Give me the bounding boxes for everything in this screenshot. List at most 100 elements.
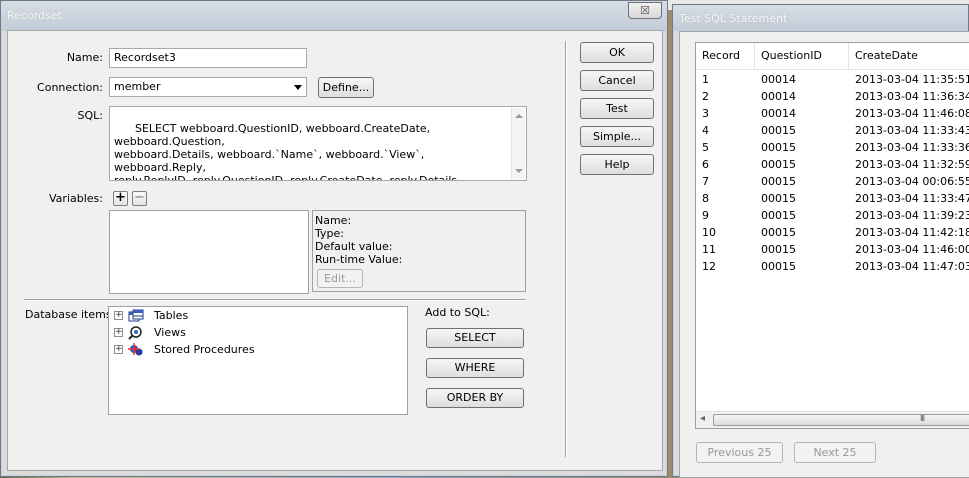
table-cell: 2 [702, 90, 709, 103]
sql-label: SQL: [77, 109, 103, 122]
table-cell: 5 [702, 141, 709, 154]
table-cell: 00015 [761, 226, 796, 239]
table-cell: 00015 [761, 243, 796, 256]
variable-default-label: Default value: [315, 240, 393, 253]
name-label: Name: [66, 51, 103, 64]
table-cell: 2013-03-04 11:36:34 [855, 90, 969, 103]
chevron-down-icon [294, 85, 302, 90]
edit-variable-button[interactable]: Edit... [317, 269, 363, 288]
separator-line [24, 299, 526, 301]
table-cell: 2013-03-04 11:33:36 [855, 141, 969, 154]
stored-procedures-icon [128, 343, 143, 356]
table-row[interactable]: 5 00015 2013-03-04 11:33:36 [696, 140, 969, 157]
scroll-down-icon[interactable] [515, 169, 523, 173]
variables-list[interactable] [109, 210, 309, 294]
table-cell: 6 [702, 158, 709, 171]
define-button[interactable]: Define... [318, 77, 374, 98]
add-variable-button[interactable]: + [113, 191, 128, 206]
table-cell: 00015 [761, 209, 796, 222]
column-header-questionid[interactable]: QuestionID [755, 43, 849, 69]
tables-icon [128, 309, 144, 322]
simple-button[interactable]: Simple... [580, 126, 654, 147]
variable-name-label: Name: [315, 214, 352, 227]
variable-detail-panel: Name: Type: Default value: Run-time Valu… [312, 210, 526, 292]
database-items-tree[interactable]: + Tables + Views + Stored Procedures [108, 306, 408, 415]
next-25-button[interactable]: Next 25 [794, 442, 876, 463]
help-button[interactable]: Help [580, 154, 654, 175]
results-table: Record QuestionID CreateDate 1 00014 2013-… [695, 42, 969, 429]
scroll-grip-icon: III [920, 414, 925, 423]
column-header-record[interactable]: Record [696, 43, 755, 69]
ok-button[interactable]: OK [580, 42, 654, 63]
recordset-client-area: Name: Recordset3 Connection: member Defi… [7, 30, 663, 471]
table-row[interactable]: 3 00014 2013-03-04 11:46:08 [696, 106, 969, 123]
table-row[interactable]: 2 00014 2013-03-04 11:36:34 [696, 89, 969, 106]
sql-scrollbar[interactable] [511, 108, 525, 179]
table-row[interactable]: 8 00015 2013-03-04 11:33:47 [696, 191, 969, 208]
expand-icon[interactable]: + [114, 328, 123, 337]
table-cell: 2013-03-04 11:32:59 [855, 158, 969, 171]
recordset-title-bar[interactable]: Recordset [1, 1, 667, 31]
where-button[interactable]: WHERE [426, 358, 524, 378]
expand-icon[interactable]: + [114, 345, 123, 354]
table-cell: 00015 [761, 192, 796, 205]
test-sql-title-bar[interactable]: Test SQL Statement [673, 5, 968, 31]
table-row[interactable]: 7 00015 2013-03-04 00:06:55 [696, 174, 969, 191]
tree-item-tables[interactable]: + Tables [109, 308, 407, 325]
button-column-divider [565, 41, 567, 457]
test-button[interactable]: Test [580, 98, 654, 119]
scrollbar-thumb[interactable]: III [713, 414, 969, 426]
horizontal-scrollbar[interactable]: ◂ III [696, 411, 969, 428]
table-cell: 10 [702, 226, 716, 239]
database-items-label: Database items: [25, 308, 116, 321]
variable-runtime-label: Run-time Value: [315, 253, 403, 266]
table-row[interactable]: 11 00015 2013-03-04 11:46:00 [696, 242, 969, 259]
tree-item-label: Stored Procedures [154, 343, 255, 356]
table-row[interactable]: 10 00015 2013-03-04 11:42:18 [696, 225, 969, 242]
scroll-up-icon[interactable] [515, 114, 523, 118]
table-row[interactable]: 1 00014 2013-03-04 11:35:51 [696, 72, 969, 89]
table-cell: 2013-03-04 11:46:00 [855, 243, 969, 256]
sql-textarea[interactable]: SELECT webboard.QuestionID, webboard.Cre… [109, 106, 527, 181]
table-row[interactable]: 12 00015 2013-03-04 11:47:03 [696, 259, 969, 276]
tree-item-views[interactable]: + Views [109, 325, 407, 342]
remove-variable-button[interactable]: − [132, 191, 147, 206]
table-cell: 00015 [761, 124, 796, 137]
scroll-left-icon[interactable]: ◂ [700, 413, 705, 424]
test-sql-dialog: Test SQL Statement Record QuestionID Cre… [672, 4, 969, 478]
recordset-title: Recordset [7, 9, 62, 22]
table-cell: 7 [702, 175, 709, 188]
table-cell: 2013-03-04 11:33:47 [855, 192, 969, 205]
table-row[interactable]: 6 00015 2013-03-04 11:32:59 [696, 157, 969, 174]
name-input[interactable]: Recordset3 [109, 48, 307, 68]
cancel-button[interactable]: Cancel [580, 70, 654, 91]
table-cell: 2013-03-04 00:06:55 [855, 175, 969, 188]
connection-select[interactable]: member [109, 77, 307, 97]
table-cell: 8 [702, 192, 709, 205]
table-cell: 3 [702, 107, 709, 120]
table-row[interactable]: 4 00015 2013-03-04 11:33:43 [696, 123, 969, 140]
select-button[interactable]: SELECT [426, 328, 524, 348]
table-cell: 2013-03-04 11:35:51 [855, 73, 969, 86]
table-row[interactable]: 9 00015 2013-03-04 11:39:23 [696, 208, 969, 225]
table-cell: 2013-03-04 11:42:18 [855, 226, 969, 239]
table-cell: 4 [702, 124, 709, 137]
tree-item-label: Tables [154, 309, 189, 322]
table-cell: 00014 [761, 90, 796, 103]
table-header-divider [696, 69, 969, 70]
table-cell: 00015 [761, 141, 796, 154]
table-cell: 12 [702, 260, 716, 273]
previous-25-button[interactable]: Previous 25 [696, 442, 783, 463]
variables-label: Variables: [49, 192, 103, 205]
table-cell: 9 [702, 209, 709, 222]
close-icon[interactable]: ☒ [628, 2, 662, 19]
column-header-createdate[interactable]: CreateDate [849, 43, 969, 69]
table-cell: 00015 [761, 158, 796, 171]
recordset-dialog: Recordset ☒ Name: Recordset3 Connection:… [0, 0, 668, 477]
connection-label: Connection: [37, 81, 103, 94]
table-cell: 11 [702, 243, 716, 256]
tree-item-stored-procedures[interactable]: + Stored Procedures [109, 342, 407, 359]
table-cell: 1 [702, 73, 709, 86]
expand-icon[interactable]: + [114, 311, 123, 320]
order-by-button[interactable]: ORDER BY [426, 388, 524, 408]
